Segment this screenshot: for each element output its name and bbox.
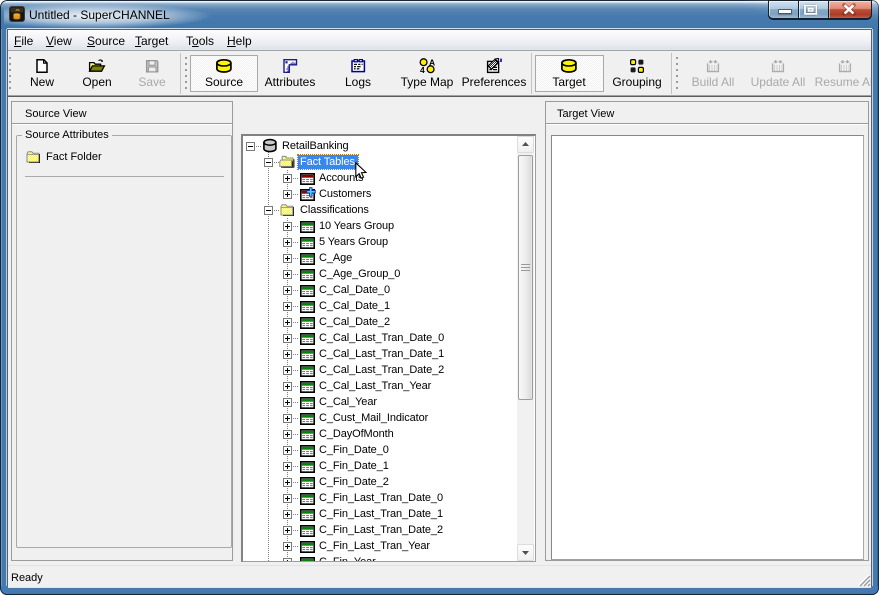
- svg-text:A: A: [429, 58, 435, 68]
- svg-text:4: 4: [420, 65, 425, 74]
